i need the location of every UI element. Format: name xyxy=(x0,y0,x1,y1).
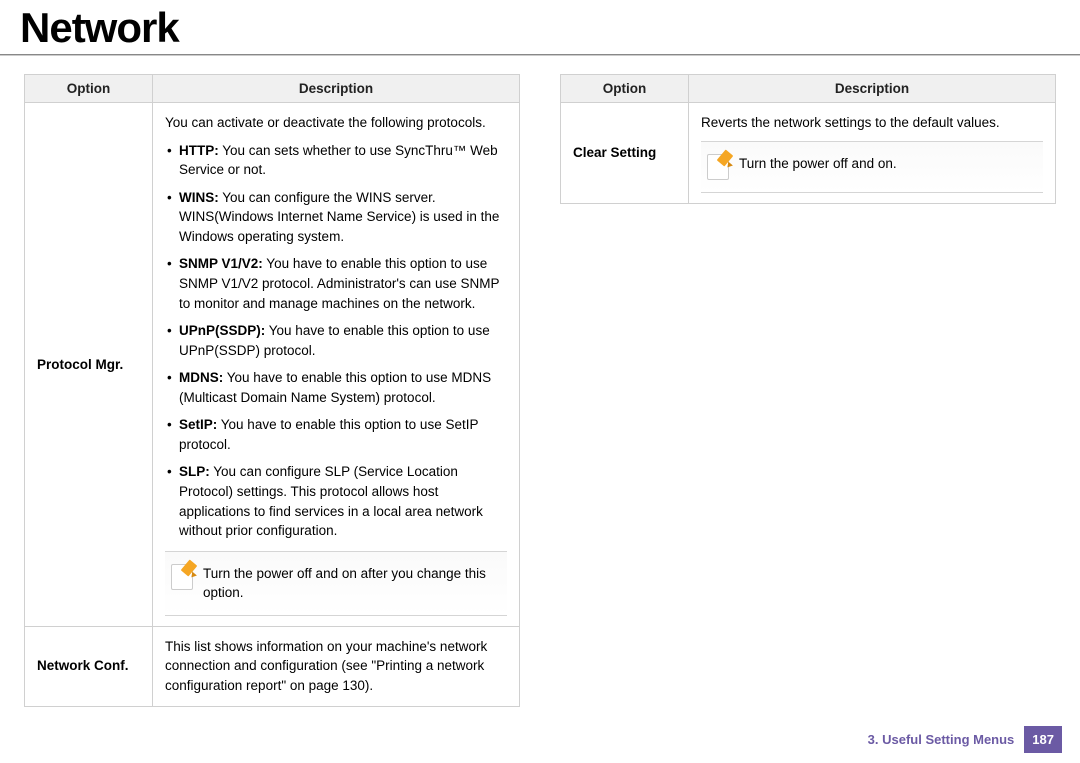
left-column: Option Description Protocol Mgr. You can… xyxy=(24,74,520,707)
table-row: Network Conf. This list shows informatio… xyxy=(25,626,520,706)
page-footer: 3. Useful Setting Menus 187 xyxy=(868,726,1062,753)
description-cell: Reverts the network settings to the defa… xyxy=(689,103,1056,204)
intro-text: Reverts the network settings to the defa… xyxy=(701,113,1043,133)
left-table: Option Description Protocol Mgr. You can… xyxy=(24,74,520,707)
header-option: Option xyxy=(561,75,689,103)
page-title: Network xyxy=(0,0,1080,54)
description-cell: You can activate or deactivate the follo… xyxy=(153,103,520,627)
table-row: Clear Setting Reverts the network settin… xyxy=(561,103,1056,204)
option-cell: Protocol Mgr. xyxy=(25,103,153,627)
option-cell: Network Conf. xyxy=(25,626,153,706)
list-item: UPnP(SSDP): You have to enable this opti… xyxy=(165,321,507,360)
header-option: Option xyxy=(25,75,153,103)
header-description: Description xyxy=(153,75,520,103)
table-header-row: Option Description xyxy=(25,75,520,103)
note-text: Turn the power off and on. xyxy=(739,154,897,174)
right-column: Option Description Clear Setting Reverts… xyxy=(560,74,1056,707)
description-cell: This list shows information on your mach… xyxy=(153,626,520,706)
note-box: Turn the power off and on after you chan… xyxy=(165,551,507,616)
list-item: SetIP: You have to enable this option to… xyxy=(165,415,507,454)
option-cell: Clear Setting xyxy=(561,103,689,204)
list-item: HTTP: You can sets whether to use SyncTh… xyxy=(165,141,507,180)
chapter-label: 3. Useful Setting Menus xyxy=(868,732,1015,747)
table-row: Protocol Mgr. You can activate or deacti… xyxy=(25,103,520,627)
right-table: Option Description Clear Setting Reverts… xyxy=(560,74,1056,204)
protocol-list: HTTP: You can sets whether to use SyncTh… xyxy=(165,141,507,541)
table-header-row: Option Description xyxy=(561,75,1056,103)
note-text: Turn the power off and on after you chan… xyxy=(203,564,501,603)
list-item: MDNS: You have to enable this option to … xyxy=(165,368,507,407)
page-number: 187 xyxy=(1024,726,1062,753)
note-pencil-icon xyxy=(171,564,193,590)
note-pencil-icon xyxy=(707,154,729,180)
note-box: Turn the power off and on. xyxy=(701,141,1043,193)
list-item: WINS: You can configure the WINS server.… xyxy=(165,188,507,247)
intro-text: You can activate or deactivate the follo… xyxy=(165,113,507,133)
list-item: SLP: You can configure SLP (Service Loca… xyxy=(165,462,507,540)
header-description: Description xyxy=(689,75,1056,103)
list-item: SNMP V1/V2: You have to enable this opti… xyxy=(165,254,507,313)
title-divider xyxy=(0,54,1080,56)
content-columns: Option Description Protocol Mgr. You can… xyxy=(0,74,1080,707)
